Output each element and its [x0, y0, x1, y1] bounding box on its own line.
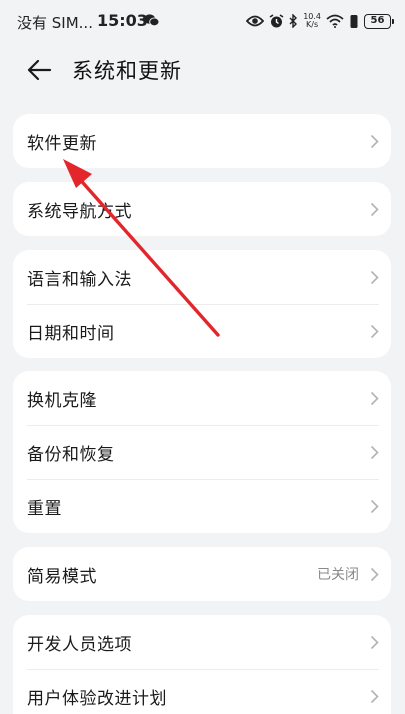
page-title: 系统和更新: [72, 59, 182, 83]
phone-clone-item[interactable]: 换机克隆: [13, 371, 391, 425]
net-speed-unit: K/s: [306, 20, 319, 29]
settings-group-navigation: 系统导航方式: [13, 182, 391, 236]
settings-group-backup: 换机克隆 备份和恢复 重置: [13, 371, 391, 533]
carrier-label: 没有 SIM...: [17, 14, 93, 32]
bluetooth-icon: [289, 14, 298, 28]
row-label: 开发人员选项: [27, 634, 132, 655]
wifi-icon: [326, 14, 344, 28]
status-icons: 10.4 K/s 56: [246, 11, 394, 31]
chat-icon: [144, 14, 159, 27]
row-label: 简易模式: [27, 566, 97, 587]
row-label: 用户体验改进计划: [27, 688, 167, 709]
status-bar: 没有 SIM... 15:03 10.4 K/s 56: [0, 0, 405, 44]
row-label: 系统导航方式: [27, 201, 132, 222]
chevron-right-icon: [370, 445, 379, 460]
user-experience-item[interactable]: 用户体验改进计划: [13, 669, 391, 714]
row-label: 重置: [27, 498, 62, 519]
settings-group-language-time: 语言和输入法 日期和时间: [13, 250, 391, 358]
software-update-item[interactable]: 软件更新: [13, 114, 391, 168]
vibrate-icon: [350, 14, 358, 28]
language-input-item[interactable]: 语言和输入法: [13, 250, 391, 304]
eye-icon: [246, 15, 265, 27]
simple-mode-status: 已关闭: [317, 567, 359, 583]
developer-options-item[interactable]: 开发人员选项: [13, 615, 391, 669]
clock: 15:03: [97, 11, 148, 30]
backup-restore-item[interactable]: 备份和恢复: [13, 425, 391, 479]
page-header: 系统和更新: [0, 48, 405, 92]
back-button[interactable]: [22, 54, 56, 86]
settings-group-update: 软件更新: [13, 114, 391, 168]
battery-icon: 56: [364, 13, 394, 29]
reset-item[interactable]: 重置: [13, 479, 391, 533]
row-label: 软件更新: [27, 133, 97, 154]
row-label: 日期和时间: [27, 323, 115, 344]
alarm-icon: [269, 13, 284, 27]
chevron-right-icon: [370, 499, 379, 514]
settings-group-simple-mode: 简易模式 已关闭: [13, 547, 391, 601]
chevron-right-icon: [370, 567, 379, 582]
chevron-right-icon: [370, 134, 379, 149]
system-navigation-item[interactable]: 系统导航方式: [13, 182, 391, 236]
chevron-right-icon: [370, 202, 379, 217]
chevron-right-icon: [370, 635, 379, 650]
net-speed: 10.4 K/s: [303, 13, 321, 29]
chevron-right-icon: [370, 270, 379, 285]
chevron-right-icon: [370, 689, 379, 704]
row-label: 语言和输入法: [27, 269, 132, 290]
battery-level: 56: [370, 14, 385, 26]
chevron-right-icon: [370, 324, 379, 339]
settings-group-developer: 开发人员选项 用户体验改进计划: [13, 615, 391, 714]
row-label: 备份和恢复: [27, 444, 115, 465]
row-label: 换机克隆: [27, 390, 97, 411]
back-arrow-icon: [27, 59, 52, 81]
chevron-right-icon: [370, 391, 379, 406]
date-time-item[interactable]: 日期和时间: [13, 304, 391, 358]
simple-mode-item[interactable]: 简易模式 已关闭: [13, 547, 391, 601]
